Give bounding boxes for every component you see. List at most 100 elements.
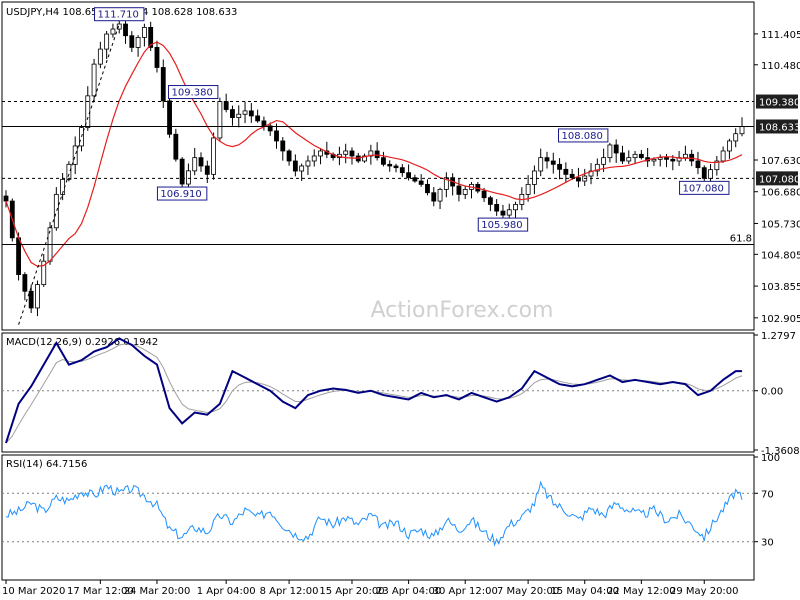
candle-body — [638, 153, 644, 159]
candle-body — [286, 150, 292, 162]
candle-body — [550, 160, 556, 165]
candle-body — [689, 153, 695, 162]
candle-body — [16, 237, 21, 275]
candle-body — [242, 110, 248, 115]
candle-body — [305, 160, 311, 167]
candle-body — [104, 33, 110, 50]
candle-body — [513, 204, 518, 211]
candle-body — [739, 126, 745, 135]
watermark: ActionForex.com — [371, 298, 554, 323]
candle-body — [563, 168, 569, 175]
candle-body — [53, 193, 59, 229]
candle-body — [236, 113, 242, 118]
candle-body — [481, 190, 487, 199]
price-annotation-label: 111.710 — [98, 10, 139, 21]
candle-body — [620, 152, 625, 162]
candle-body — [437, 188, 443, 202]
candle-body — [538, 157, 544, 172]
candle-body — [72, 145, 78, 165]
candle-body — [217, 101, 223, 139]
candle-body — [720, 150, 726, 162]
candle-body — [387, 163, 393, 167]
candle-body — [141, 26, 147, 38]
y-tick-label: 1.2797 — [761, 331, 796, 342]
candle-body — [154, 47, 160, 68]
candle-body — [135, 37, 141, 48]
candle-body — [695, 160, 701, 169]
forex-chart: USDJPY,H4 108.653 108.654 108.628 108.63… — [1, 1, 800, 597]
candle-body — [494, 204, 500, 212]
x-tick-label: 30 Apr 12:00 — [433, 586, 498, 597]
candle-body — [280, 140, 286, 152]
candle-body — [626, 157, 632, 162]
candle-body — [3, 195, 9, 202]
candle-body — [462, 188, 468, 195]
x-tick-label: 22 May 12:00 — [607, 586, 676, 597]
candle-body — [261, 120, 267, 127]
candle-body — [299, 165, 305, 172]
price-panel-frame — [1, 1, 755, 331]
x-tick-label: 23 Apr 04:00 — [376, 586, 441, 597]
candle-body — [701, 167, 707, 179]
y-tick-label: 100 — [761, 453, 780, 464]
candle-body — [601, 157, 607, 165]
candle-body — [399, 167, 405, 174]
candle-body — [613, 144, 619, 154]
candle-body — [682, 153, 688, 159]
candle-body — [406, 172, 412, 179]
x-axis: 10 Mar 2020 17 Mar 12:0024 Mar 20:00 1 Apr… — [2, 580, 739, 597]
candle-body — [733, 133, 739, 142]
price-tag-label: 107.080 — [759, 174, 800, 185]
candle-body — [192, 157, 198, 172]
x-tick-label: 29 May 20:00 — [670, 586, 739, 597]
candle-body — [425, 183, 430, 194]
candle-body — [456, 185, 462, 195]
fib-level-label: 61.8 — [730, 233, 752, 244]
candle-body — [708, 169, 713, 179]
candle-body — [248, 110, 254, 117]
candle-body — [381, 157, 386, 165]
candle-body — [318, 150, 323, 157]
candle-body — [632, 153, 638, 159]
candle-body — [418, 180, 424, 185]
x-tick-label: 15 Apr 20:00 — [319, 586, 384, 597]
candle-body — [35, 284, 40, 309]
price-annotation-label: 108.080 — [561, 131, 602, 142]
candle-body — [343, 150, 349, 155]
y-tick-label: 111.405 — [761, 30, 800, 41]
y-tick-label: 70 — [761, 489, 774, 500]
rsi-panel-frame — [1, 454, 755, 581]
y-tick-label: 103.855 — [761, 282, 800, 293]
candle-body — [607, 144, 613, 159]
candle-body — [487, 197, 493, 205]
y-tick-label: 30 — [761, 538, 774, 549]
y-tick-label: 106.680 — [761, 188, 800, 199]
candle-body — [525, 183, 531, 195]
candle-body — [91, 63, 97, 97]
candle-body — [186, 170, 191, 185]
candle-body — [374, 150, 380, 159]
candle-body — [211, 137, 217, 175]
candle-body — [531, 170, 537, 185]
candle-body — [393, 165, 399, 169]
candle-body — [557, 163, 562, 170]
candle-body — [544, 157, 550, 162]
price-tag-label: 108.633 — [759, 122, 800, 133]
candle-body — [198, 157, 204, 167]
macd-panel-header: MACD(12,26,9) 0.2926 0.1942 — [6, 337, 158, 348]
y-tick-label: 110.480 — [761, 61, 800, 72]
rsi-panel-header: RSI(14) 64.7156 — [6, 459, 87, 470]
candle-body — [311, 155, 317, 162]
y-tick-label: 104.805 — [761, 250, 800, 261]
candle-body — [569, 173, 575, 179]
candle-body — [292, 160, 298, 172]
y-tick-label: 102.905 — [761, 314, 800, 325]
candle-body — [664, 157, 669, 160]
price-tag-label: 109.380 — [759, 98, 800, 109]
candle-body — [727, 140, 732, 152]
x-tick-label: 8 Apr 12:00 — [260, 586, 319, 597]
candle-body — [204, 165, 210, 175]
candle-body — [274, 130, 279, 142]
price-annotation-label: 106.910 — [160, 189, 201, 200]
candle-body — [349, 150, 355, 157]
